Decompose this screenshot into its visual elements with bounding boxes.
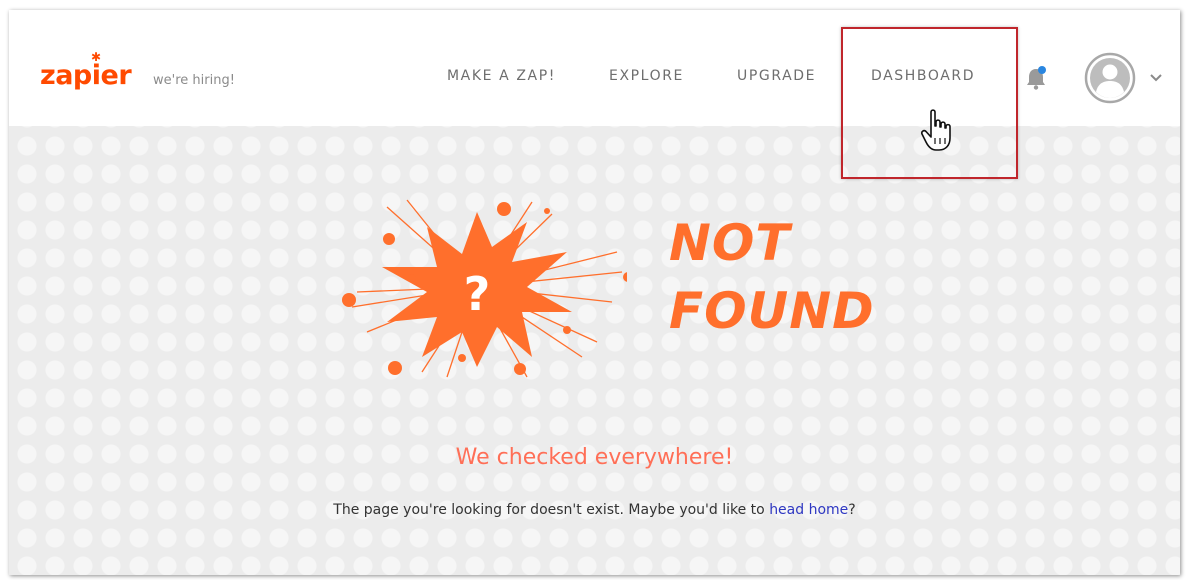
- question-splat-icon: ?: [342, 199, 627, 378]
- user-avatar-icon[interactable]: [1084, 52, 1136, 104]
- head-home-link[interactable]: head home: [769, 502, 848, 518]
- dashboard-highlight-box: [841, 27, 1018, 179]
- error-message: The page you're looking for doesn't exis…: [9, 502, 1180, 518]
- not-found-title-line1: NOT: [669, 214, 791, 272]
- bell-icon[interactable]: [1025, 65, 1047, 91]
- nav-make-a-zap[interactable]: MAKE A ZAP!: [447, 68, 556, 84]
- nav-explore[interactable]: EXPLORE: [609, 68, 684, 84]
- error-message-text: The page you're looking for doesn't exis…: [333, 502, 770, 518]
- hiring-link[interactable]: we're hiring!: [153, 73, 235, 88]
- chevron-down-icon[interactable]: [1149, 73, 1163, 83]
- zapier-logo[interactable]: zapier ✱: [40, 50, 132, 91]
- browser-window: zapier ✱ we're hiring! MAKE A ZAP! EXPLO…: [9, 10, 1180, 575]
- hand-pointer-cursor-icon: [921, 109, 951, 151]
- error-headline: We checked everywhere!: [455, 445, 734, 470]
- splat-question-mark: ?: [464, 267, 491, 321]
- logo-text: zapier: [40, 60, 132, 91]
- error-message-suffix: ?: [848, 502, 856, 518]
- logo-asterisk-icon: ✱: [91, 50, 101, 64]
- nav-upgrade[interactable]: UPGRADE: [737, 68, 816, 84]
- not-found-title-line2: FOUND: [669, 282, 875, 340]
